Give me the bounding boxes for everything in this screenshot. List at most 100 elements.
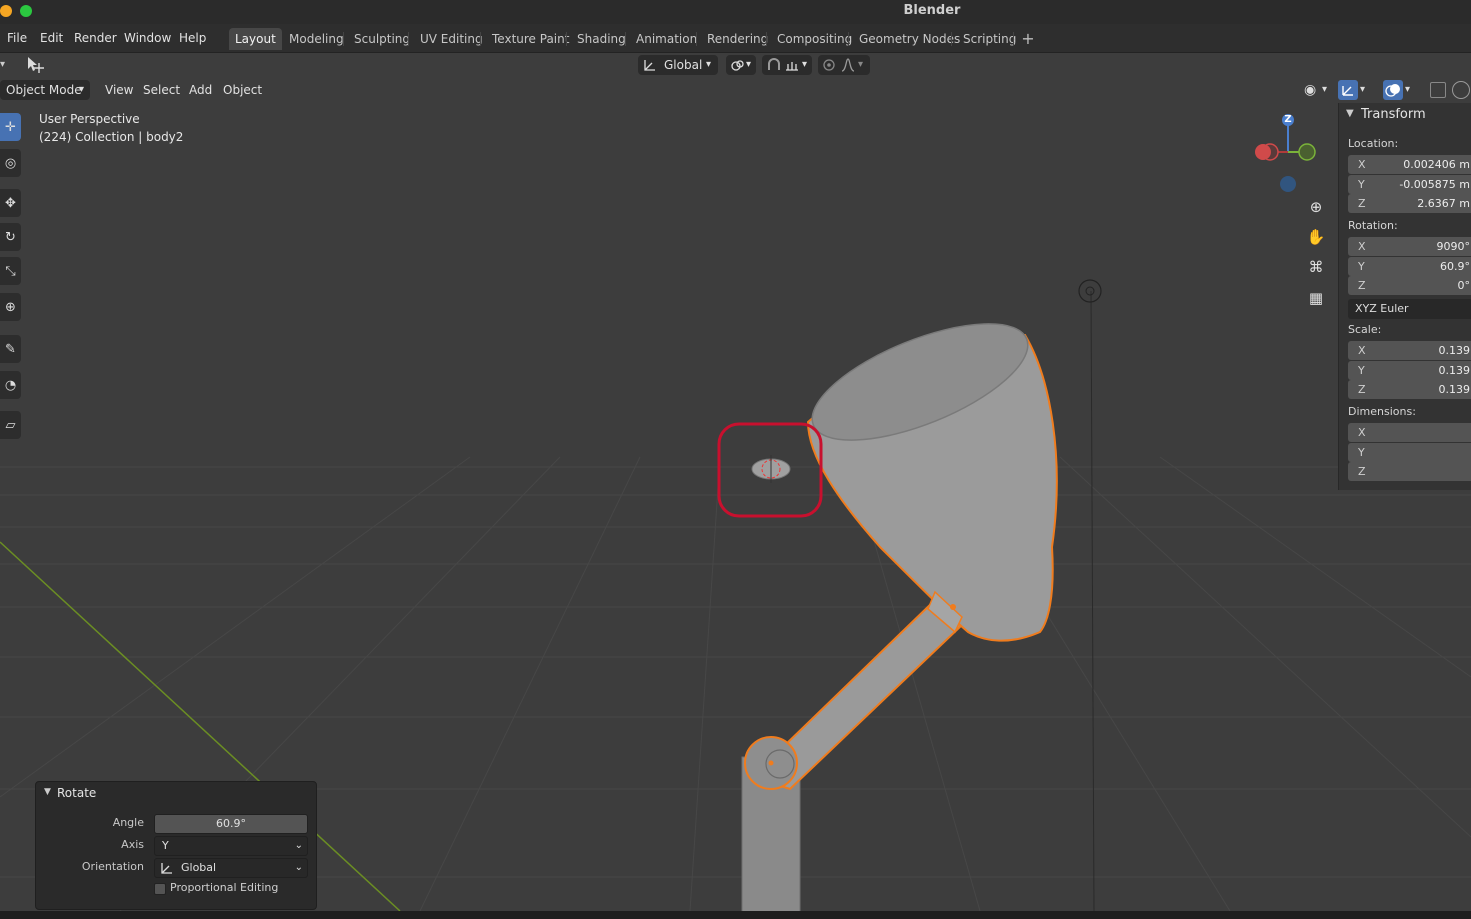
- chevron-down-icon[interactable]: ▾: [0, 55, 12, 75]
- plus-icon[interactable]: +: [1019, 29, 1037, 49]
- select-tool-icon[interactable]: [25, 55, 47, 75]
- status-bar: [0, 911, 1471, 919]
- rotation-z-field[interactable]: Z 0°: [1348, 276, 1471, 295]
- pivot-dropdown[interactable]: ▾: [726, 55, 756, 75]
- tool-shelf: ✛ ◎ ✥ ↻ ⤡ ⊕ ✎ ◔ ▱: [0, 113, 22, 443]
- axis-value: Y: [162, 839, 169, 852]
- tab-separator: [766, 32, 767, 46]
- tab-separator: [696, 32, 697, 46]
- menu-edit[interactable]: Edit: [40, 24, 63, 52]
- title-bar: Blender: [0, 0, 1471, 24]
- scale-label: Scale:: [1348, 323, 1382, 336]
- snap-increment-icon: [786, 62, 798, 71]
- cursor3d-tool-icon[interactable]: ◎: [0, 149, 21, 177]
- zoom-icon[interactable]: ⊕: [1303, 194, 1329, 220]
- cursor-tool-icon[interactable]: ✛: [0, 113, 21, 141]
- menu-file[interactable]: File: [7, 24, 27, 52]
- viewport-menu-object[interactable]: Object: [219, 80, 266, 100]
- transform-tool-icon[interactable]: ⊕: [0, 293, 21, 321]
- gizmo-z-label[interactable]: Z: [1282, 114, 1294, 126]
- chevron-down-icon: ⌄: [294, 862, 303, 873]
- snap-group[interactable]: ▾: [762, 55, 812, 75]
- tab-shading[interactable]: Shading: [571, 28, 632, 50]
- orientation-icon: [161, 863, 172, 874]
- scale-z-field[interactable]: Z 0.139: [1348, 380, 1471, 399]
- scale-y-field[interactable]: Y 0.139: [1348, 361, 1471, 380]
- tab-layout[interactable]: Layout: [229, 28, 282, 50]
- menu-help[interactable]: Help: [179, 24, 206, 52]
- location-z-field[interactable]: Z 2.6367 m: [1348, 194, 1471, 213]
- chevron-down-icon[interactable]: ▾: [1405, 80, 1419, 100]
- viewport-perspective-label: User Perspective: [39, 112, 140, 126]
- location-x-field[interactable]: X 0.002406 m: [1348, 155, 1471, 174]
- orientation-value: Global: [664, 58, 703, 72]
- menu-render[interactable]: Render: [74, 24, 117, 52]
- proportional-group[interactable]: ▾: [818, 55, 870, 75]
- measure-tool-icon[interactable]: ◔: [0, 371, 21, 399]
- orientation-dropdown[interactable]: Global ▾: [638, 55, 718, 75]
- gizmo-toggle-button[interactable]: [1338, 80, 1358, 100]
- tab-modeling[interactable]: Modeling: [283, 28, 350, 50]
- transform-panel-title[interactable]: Transform: [1361, 107, 1426, 122]
- rotate-operator-panel: ▼ Rotate Angle 60.9° Axis Y ⌄ Orientatio…: [35, 781, 317, 910]
- window-title: Blender: [903, 3, 961, 18]
- operator-title[interactable]: Rotate: [57, 786, 96, 800]
- collapse-icon[interactable]: ▼: [44, 787, 51, 797]
- menu-window[interactable]: Window: [124, 24, 171, 52]
- tab-compositing[interactable]: Compositing: [771, 28, 858, 50]
- dimensions-x-field[interactable]: X: [1348, 423, 1471, 442]
- viewport-menu-view[interactable]: View: [101, 80, 137, 100]
- pivot-icon: [731, 60, 744, 71]
- angle-field[interactable]: 60.9°: [154, 814, 308, 834]
- tab-texture-paint[interactable]: Texture Paint: [486, 28, 575, 50]
- axis-label: Axis: [121, 838, 144, 851]
- wireframe-shading-icon[interactable]: [1452, 81, 1470, 99]
- tab-geometry-nodes[interactable]: Geometry Nodes: [853, 28, 966, 50]
- chevron-down-icon: ▾: [79, 84, 85, 95]
- chevron-down-icon: ▾: [1322, 84, 1328, 95]
- transform-sidebar: ▼ Transform Location: X 0.002406 m Y -0.00…: [1338, 103, 1471, 490]
- dimensions-z-field[interactable]: Z: [1348, 462, 1471, 481]
- chevron-down-icon: ▾: [802, 59, 808, 70]
- location-label: Location:: [1348, 137, 1399, 150]
- annotate-tool-icon[interactable]: ✎: [0, 335, 21, 363]
- hand-icon[interactable]: ✋: [1303, 224, 1329, 250]
- viewport-menu-select[interactable]: Select: [139, 80, 184, 100]
- rotation-y-field[interactable]: Y 60.9°: [1348, 257, 1471, 276]
- chevron-down-icon[interactable]: ▾: [1360, 80, 1374, 100]
- camera-icon[interactable]: ⌘: [1303, 254, 1329, 280]
- axis-dropdown[interactable]: Y ⌄: [154, 836, 308, 856]
- proportional-icon: [823, 59, 835, 71]
- overlay-icon: [1385, 84, 1400, 97]
- tab-sculpting[interactable]: Sculpting: [348, 28, 416, 50]
- rotation-mode-dropdown[interactable]: XYZ Euler: [1348, 299, 1471, 319]
- scale-x-field[interactable]: X 0.139: [1348, 341, 1471, 360]
- scale-tool-icon[interactable]: ⤡: [0, 257, 21, 285]
- tab-rendering[interactable]: Rendering: [701, 28, 774, 50]
- mode-value: Object Mode: [6, 83, 82, 97]
- tab-uv-editing[interactable]: UV Editing: [414, 28, 489, 50]
- grid-icon[interactable]: ▦: [1303, 285, 1329, 311]
- tab-separator: [480, 32, 481, 46]
- visibility-dropdown[interactable]: ◉ ▾: [1302, 80, 1332, 100]
- operator-orientation-value: Global: [181, 861, 217, 874]
- location-y-field[interactable]: Y -0.005875 m: [1348, 175, 1471, 194]
- proportional-editing-label: Proportional Editing: [170, 881, 279, 894]
- viewport-menu-add[interactable]: Add: [185, 80, 216, 100]
- rotate-tool-icon[interactable]: ↻: [0, 223, 21, 251]
- proportional-editing-checkbox[interactable]: [154, 883, 166, 895]
- tab-animation[interactable]: Animation: [630, 28, 703, 50]
- tab-separator: [848, 32, 849, 46]
- chevron-down-icon: ▾: [706, 59, 712, 70]
- mode-dropdown[interactable]: Object Mode ▾: [0, 80, 90, 100]
- move-tool-icon[interactable]: ✥: [0, 189, 21, 217]
- rotation-x-field[interactable]: X 9090°: [1348, 237, 1471, 256]
- orientation-field[interactable]: Global ⌄: [154, 858, 308, 878]
- overlay-toggle-button[interactable]: [1383, 80, 1403, 100]
- angle-label: Angle: [112, 816, 144, 829]
- dimensions-y-field[interactable]: Y: [1348, 443, 1471, 462]
- xray-icon[interactable]: [1430, 82, 1446, 98]
- add-cube-tool-icon[interactable]: ▱: [0, 411, 21, 439]
- gizmo-icon: [1342, 86, 1353, 96]
- collapse-icon[interactable]: ▼: [1346, 108, 1354, 119]
